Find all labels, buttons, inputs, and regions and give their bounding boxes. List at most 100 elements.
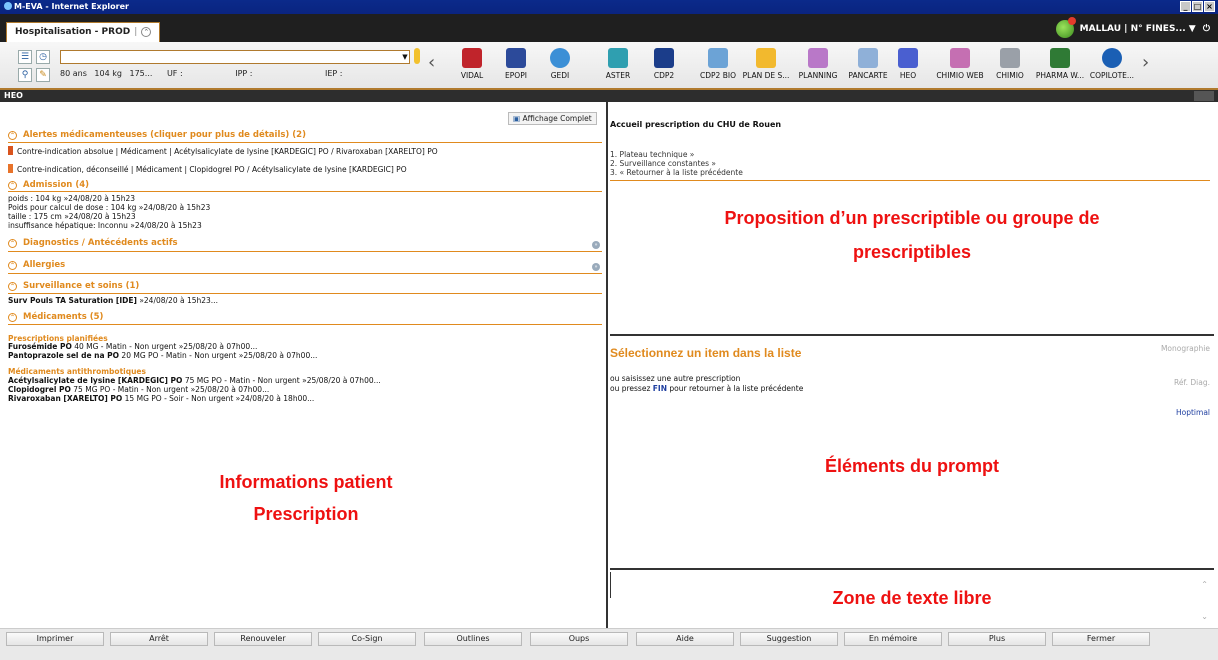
proposition-panel: Accueil prescription du CHU de Rouen 1. … xyxy=(610,102,1214,336)
co-sign-button[interactable]: Co-Sign xyxy=(318,632,416,646)
section-allergies[interactable]: ⌃ Allergies xyxy=(8,260,602,270)
collapse-icon[interactable]: ⌃ xyxy=(8,181,17,190)
prompt-panel: Sélectionnez un item dans la liste Monog… xyxy=(610,338,1214,570)
alert-severity-icon xyxy=(8,146,13,155)
copilote-icon xyxy=(1102,48,1122,68)
vidal-icon xyxy=(462,48,482,68)
collapse-icon[interactable]: ⌃ xyxy=(8,282,17,291)
group-title: Médicaments antithrombotiques xyxy=(8,367,146,376)
patient-weight: 104 kg xyxy=(94,69,122,78)
section-admission[interactable]: ⌃ Admission (4) xyxy=(8,180,602,190)
alert-item[interactable]: Contre-indication, déconseillé | Médicam… xyxy=(8,164,407,174)
divider xyxy=(8,324,602,325)
app-cdp2[interactable]: CDP2 xyxy=(634,46,694,88)
tab-hospitalisation[interactable]: Hospitalisation - PROD | ⌃ xyxy=(6,22,161,42)
medicament-item[interactable]: Clopidogrel PO 75 MG PO - Matin - Non ur… xyxy=(8,385,269,394)
app-heo[interactable]: HEO xyxy=(878,46,938,88)
divider xyxy=(610,180,1210,181)
power-icon[interactable]: ⏻ xyxy=(1203,24,1210,34)
admission-item: taille : 175 cm »24/08/20 à 15h23 xyxy=(8,212,136,221)
user-menu[interactable]: MALLAU | N° FINES... ▼ ⏻ xyxy=(1055,16,1210,40)
patient-search-input[interactable] xyxy=(60,50,410,64)
chevron-down-icon[interactable]: ▼ xyxy=(400,50,410,64)
annotation-proposition: Proposition d’un prescriptible ou groupe… xyxy=(724,208,1100,228)
app-gedi[interactable]: GEDI xyxy=(530,46,590,88)
tab-menu-icon[interactable]: ⌃ xyxy=(141,27,152,37)
divider xyxy=(8,251,602,252)
medicament-item[interactable]: Pantoprazole sel de na PO 20 MG PO - Mat… xyxy=(8,351,317,360)
info-bulb-icon[interactable] xyxy=(414,48,420,64)
medicament-item[interactable]: Acétylsalicylate de lysine [KARDEGIC] PO… xyxy=(8,376,381,385)
annotation-prescription: Prescription xyxy=(253,504,359,524)
user-label: MALLAU | N° FINES... ▼ xyxy=(1079,24,1196,34)
section-diagnostics[interactable]: ⌃ Diagnostics / Antécédents actifs xyxy=(8,238,602,248)
window-title-bar: M-EVA - Internet Explorer xyxy=(0,0,1218,14)
gedi-icon xyxy=(550,48,570,68)
surveillance-item[interactable]: Surv Pouls TA Saturation [IDE] »24/08/20… xyxy=(8,296,218,305)
proposition-title: Accueil prescription du CHU de Rouen xyxy=(610,120,782,129)
renouveler-button[interactable]: Renouveler xyxy=(214,632,312,646)
maximize-button[interactable]: □ xyxy=(1192,1,1203,12)
outlines-button[interactable]: Outlines xyxy=(424,632,522,646)
expand-icon[interactable]: » xyxy=(592,241,600,249)
app-plan-de-soins[interactable]: PLAN DE S... xyxy=(736,46,796,88)
arret-button[interactable]: Arrêt xyxy=(110,632,208,646)
aster-icon xyxy=(608,48,628,68)
medicament-item[interactable]: Rivaroxaban [XARELTO] PO 15 MG PO - Soir… xyxy=(8,394,314,403)
en-memoire-button[interactable]: En mémoire xyxy=(844,632,942,646)
minimize-button[interactable]: _ xyxy=(1180,1,1191,12)
patient-uf: UF : xyxy=(166,69,183,78)
hoptimal-link[interactable]: Hoptimal xyxy=(1176,408,1210,417)
tab-strip: Hospitalisation - PROD | ⌃ MALLAU | N° FIN… xyxy=(0,14,1218,42)
epopi-icon xyxy=(506,48,526,68)
collapse-icon[interactable]: ⌃ xyxy=(8,131,17,140)
collapse-icon[interactable]: ⌃ xyxy=(8,239,17,248)
oups-button[interactable]: Oups xyxy=(530,632,628,646)
action-button-bar: Imprimer Arrêt Renouveler Co-Sign Outlin… xyxy=(0,628,1218,660)
search-icon[interactable]: ⚲ xyxy=(18,68,32,82)
heo-icon xyxy=(898,48,918,68)
app-pharma-web[interactable]: PHARMA W... xyxy=(1030,46,1090,88)
fermer-button[interactable]: Fermer xyxy=(1052,632,1150,646)
collapse-icon[interactable]: ⌃ xyxy=(8,261,17,270)
aide-button[interactable]: Aide xyxy=(636,632,734,646)
affichage-complet-button[interactable]: ▣ Affichage Complet xyxy=(508,112,597,125)
panel-controls-icon[interactable] xyxy=(1194,91,1214,101)
proposition-item[interactable]: 3. « Retourner à la liste précédente xyxy=(610,168,743,177)
divider xyxy=(8,273,602,274)
close-window-button[interactable]: × xyxy=(1204,1,1215,12)
list-icon[interactable]: ☰ xyxy=(18,50,32,64)
alert-item[interactable]: Contre-indication absolue | Médicament |… xyxy=(8,146,438,156)
scroll-left-icon[interactable]: ‹ xyxy=(428,54,436,72)
section-surveillance[interactable]: ⌃ Surveillance et soins (1) xyxy=(8,281,602,291)
section-medicaments[interactable]: ⌃ Médicaments (5) xyxy=(8,312,602,322)
suggestion-button[interactable]: Suggestion xyxy=(740,632,838,646)
medicament-item[interactable]: Furosémide PO 40 MG - Matin - Non urgent… xyxy=(8,342,257,351)
scroll-down-icon[interactable]: ⌄ xyxy=(1201,612,1208,621)
ref-diag-link[interactable]: Réf. Diag. xyxy=(1174,378,1210,387)
admission-item: insuffisance hépatique: Inconnu »24/08/2… xyxy=(8,221,202,230)
patient-info-panel: ▣ Affichage Complet ⌃ Alertes médicamente… xyxy=(4,102,608,628)
section-alertes[interactable]: ⌃ Alertes médicamenteuses (cliquer pour p… xyxy=(8,130,602,140)
patient-ipp: IPP : xyxy=(235,69,253,78)
admission-item: poids : 104 kg »24/08/20 à 15h23 xyxy=(8,194,136,203)
chimio-icon xyxy=(1000,48,1020,68)
monographie-link[interactable]: Monographie xyxy=(1161,344,1210,353)
free-text-zone[interactable]: ⌃ ⌄ Zone de texte libre xyxy=(610,572,1214,628)
expand-icon[interactable]: » xyxy=(592,263,600,271)
imprimer-button[interactable]: Imprimer xyxy=(6,632,104,646)
admission-item: Poids pour calcul de dose : 104 kg »24/0… xyxy=(8,203,211,212)
tab-label: Hospitalisation - PROD xyxy=(15,27,131,37)
app-copilote[interactable]: COPILOTE... xyxy=(1082,46,1142,88)
annotation-informations-patient: Informations patient xyxy=(219,472,393,492)
proposition-item[interactable]: 2. Surveillance constantes » xyxy=(610,159,716,168)
edit-icon[interactable]: ✎ xyxy=(36,68,50,82)
history-icon[interactable]: ◷ xyxy=(36,50,50,64)
scroll-right-icon[interactable]: › xyxy=(1142,54,1150,72)
proposition-item[interactable]: 1. Plateau technique » xyxy=(610,150,694,159)
cdp2-bio-icon xyxy=(708,48,728,68)
patient-age: 80 ans xyxy=(60,69,87,78)
collapse-icon[interactable]: ⌃ xyxy=(8,313,17,322)
patient-iep: IEP : xyxy=(325,69,343,78)
plus-button[interactable]: Plus xyxy=(948,632,1046,646)
